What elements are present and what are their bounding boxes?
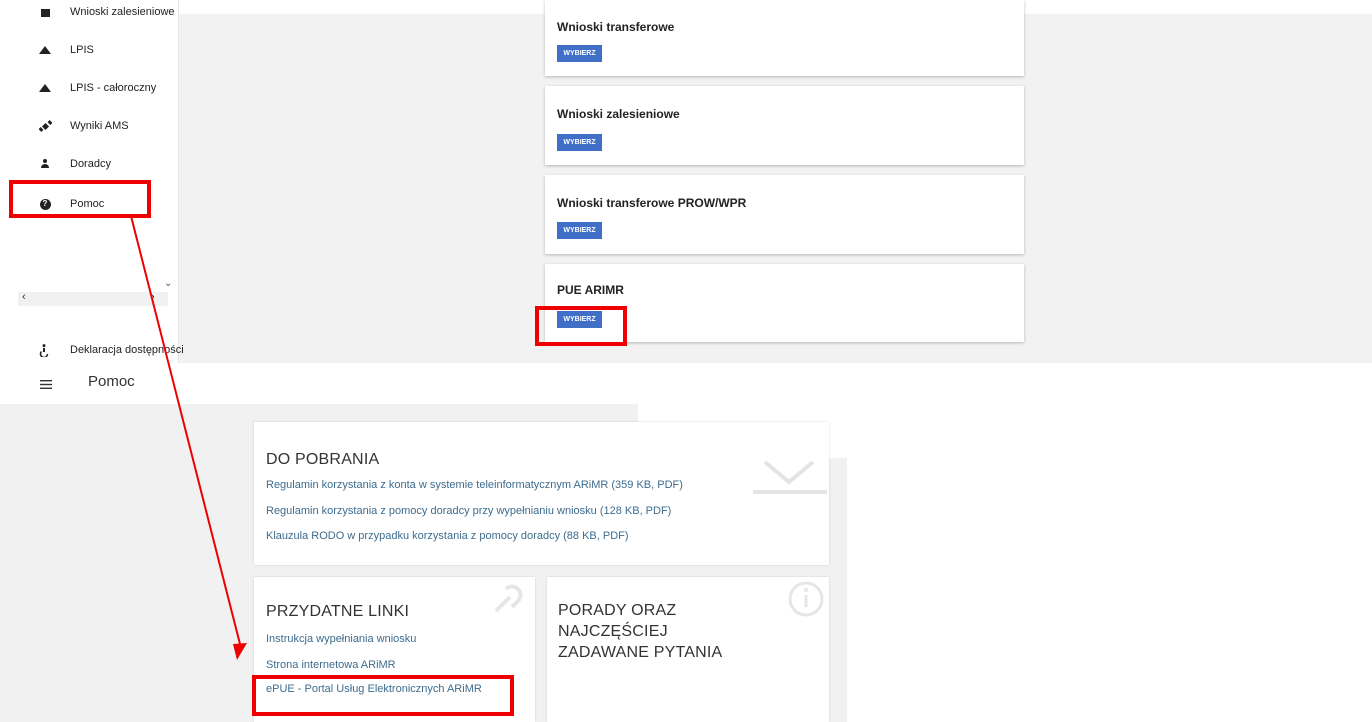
download-link[interactable]: Regulamin korzystania z pomocy doradcy p… xyxy=(266,505,671,517)
sidebar-item-label: Wyniki AMS xyxy=(70,120,129,132)
faq-title-line: NAJCZĘŚCIEJ xyxy=(558,623,668,640)
help-header-bar: Pomoc xyxy=(0,363,847,404)
sidebar-item-wyniki-ams[interactable]: Wyniki AMS xyxy=(0,111,178,141)
link-icon xyxy=(494,584,523,613)
scroll-right-arrow-icon[interactable]: › xyxy=(151,291,155,303)
sidebar-item-wnioski-zalesieniowe[interactable]: Wnioski zalesieniowe xyxy=(0,0,178,27)
useful-links-title: PRZYDATNE LINKI xyxy=(266,603,410,620)
select-button[interactable]: WYBIERZ xyxy=(557,134,602,151)
mountain-icon xyxy=(38,81,52,95)
sidebar-item-label: Doradcy xyxy=(70,158,111,170)
highlight-pomoc xyxy=(9,180,151,218)
downloads-title: DO POBRANIA xyxy=(266,451,380,468)
hamburger-menu-icon[interactable] xyxy=(40,376,52,389)
useful-link[interactable]: Strona internetowa ARiMR xyxy=(266,659,396,671)
scroll-left-arrow-icon[interactable]: ‹ xyxy=(22,291,26,303)
document-icon xyxy=(38,5,52,19)
scroll-down-arrow-icon[interactable]: ⌄ xyxy=(164,278,172,289)
sidebar-item-lpis-caloroczny[interactable]: LPIS - całoroczny xyxy=(0,73,178,103)
faq-panel: PORADY ORAZ NAJCZĘŚCIEJ ZADAWANE PYTANIA xyxy=(547,577,829,722)
sidebar-item-label: Wnioski zalesieniowe xyxy=(70,6,175,18)
accessibility-declaration-link[interactable]: Deklaracja dostępności xyxy=(0,335,200,365)
card-wnioski-transferowe-prow-wpr: Wnioski transferowe PROW/WPR WYBIERZ xyxy=(545,175,1024,254)
select-button[interactable]: WYBIERZ xyxy=(557,45,602,62)
accessibility-icon xyxy=(38,343,52,357)
highlight-epue-link xyxy=(252,675,514,716)
download-link[interactable]: Klauzula RODO w przypadku korzystania z … xyxy=(266,530,629,542)
downloads-panel: DO POBRANIA Regulamin korzystania z kont… xyxy=(254,422,829,565)
faq-title-line: PORADY ORAZ xyxy=(558,602,677,619)
card-title: PUE ARIMR xyxy=(557,283,624,297)
download-link[interactable]: Regulamin korzystania z konta w systemie… xyxy=(266,479,683,491)
mountain-icon xyxy=(38,43,52,57)
useful-link[interactable]: Instrukcja wypełniania wniosku xyxy=(266,633,416,645)
satellite-icon xyxy=(38,119,52,133)
highlight-wybierz-pue xyxy=(535,306,627,346)
card-wnioski-zalesieniowe: Wnioski zalesieniowe WYBIERZ xyxy=(545,86,1024,165)
sidebar-item-label: LPIS xyxy=(70,44,94,56)
accessibility-label: Deklaracja dostępności xyxy=(70,344,184,356)
card-title: Wnioski transferowe PROW/WPR xyxy=(557,196,747,210)
person-icon xyxy=(38,157,52,171)
sidebar-item-doradcy[interactable]: Doradcy xyxy=(0,149,178,179)
sidebar-item-label: LPIS - całoroczny xyxy=(70,82,157,94)
card-title: Wnioski transferowe xyxy=(557,20,675,34)
faq-title-line: ZADAWANE PYTANIA xyxy=(558,644,723,661)
page-title: Pomoc xyxy=(88,373,135,390)
sidebar-item-lpis[interactable]: LPIS xyxy=(0,35,178,65)
download-icon xyxy=(753,460,827,494)
card-wnioski-transferowe: Wnioski transferowe WYBIERZ xyxy=(545,0,1024,76)
select-button[interactable]: WYBIERZ xyxy=(557,222,602,239)
horizontal-scrollbar[interactable]: ‹ › xyxy=(18,291,168,306)
info-icon xyxy=(788,581,824,617)
card-title: Wnioski zalesieniowe xyxy=(557,107,680,121)
